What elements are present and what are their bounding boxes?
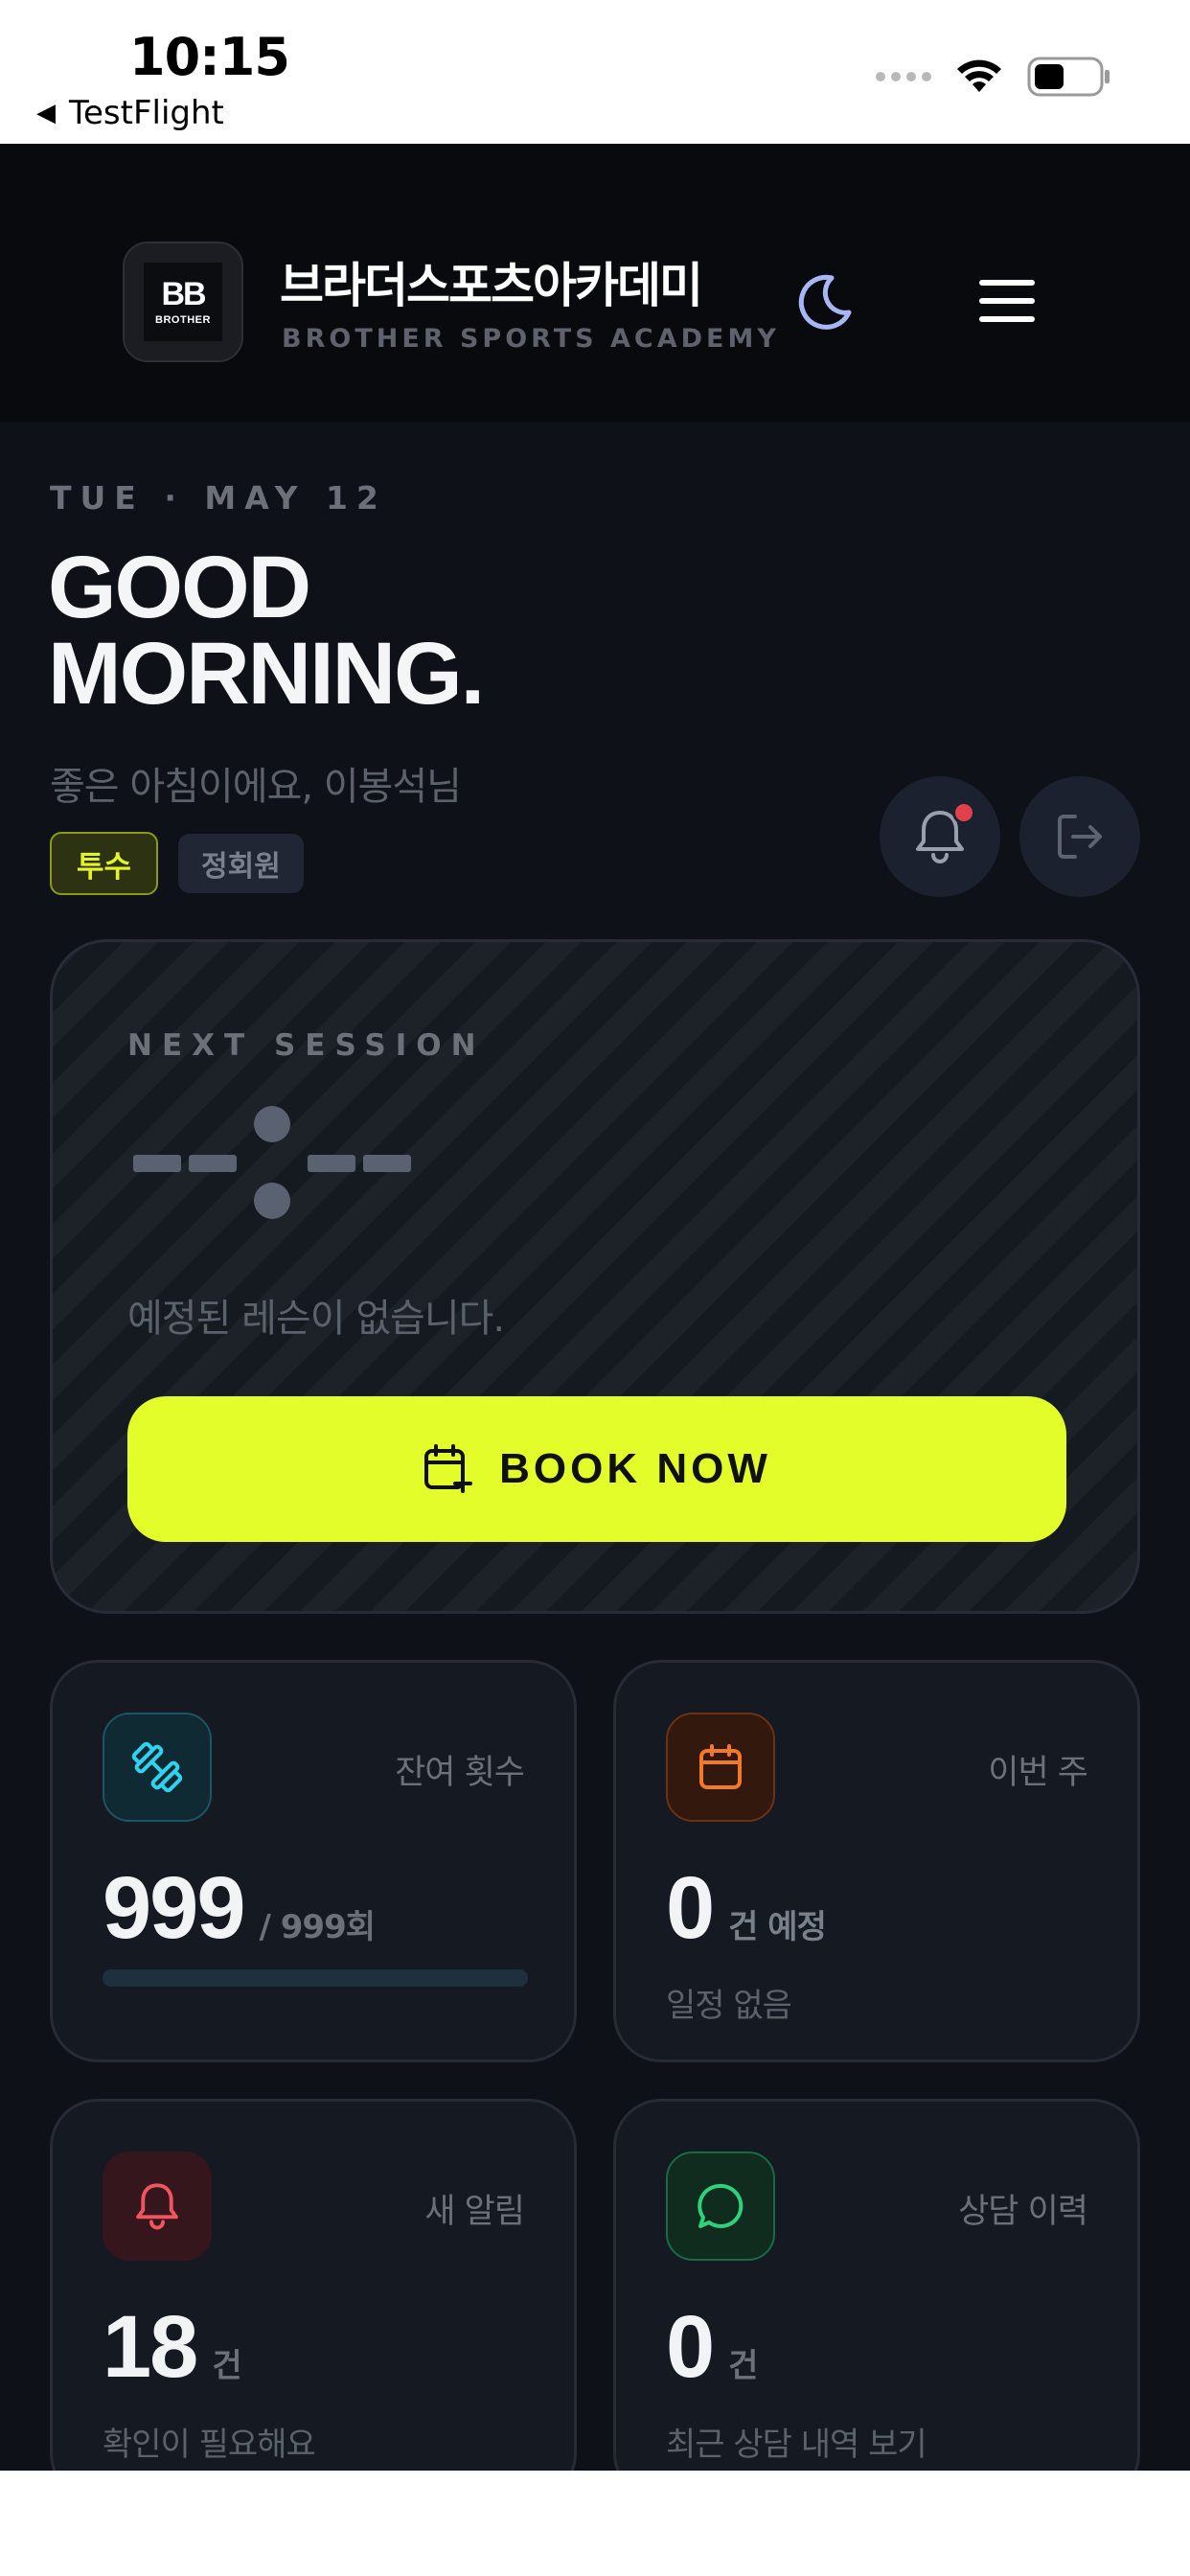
stat-unit: 건 [212,2347,241,2385]
chat-bubble-icon [666,2151,775,2261]
next-session-card: NEXT SESSION --:-- 예정된 레슨이 없습니다. BOOK NO… [50,939,1140,1614]
calendar-plus-icon [424,1444,473,1493]
notification-badge [952,801,975,824]
status-indicators [876,56,1111,98]
next-session-label: NEXT SESSION [127,1028,486,1063]
stat-value: 0건 예정 [666,1860,827,1975]
stat-label: 이번 주 [988,1754,1088,1792]
greeting-line-2: MORNING. [48,625,485,723]
wifi-icon [957,59,1001,92]
stat-subtext: 일정 없음 [666,1987,792,2025]
book-now-label: BOOK NOW [499,1445,771,1492]
brand-title: 브라더스포츠아카데미 [280,258,703,313]
this-week-card[interactable]: 이번 주 0건 예정 일정 없음 [613,1660,1140,2062]
stat-subtext: 최근 상담 내역 보기 [666,2426,927,2464]
moon-icon[interactable] [793,270,857,334]
membership-tag: 정회원 [178,834,304,893]
greeting-subtitle: 좋은 아침이에요, 이봉석님 [50,765,462,809]
stat-value: 999/ 999회 [103,1860,377,1975]
battery-icon [1027,57,1110,97]
back-app-label: TestFlight [69,94,224,132]
home-indicator-area [0,2471,1190,2576]
status-time: 10:15 [129,27,290,87]
back-to-app-link[interactable]: ◀ TestFlight [36,94,224,132]
stat-value: 18 건 [103,2299,242,2414]
stat-subtext: 확인이 필요해요 [103,2426,316,2464]
logo-word: BROTHER [155,314,211,326]
stat-value: 0건 [666,2299,758,2414]
remaining-sessions-card[interactable]: 잔여 횟수 999/ 999회 [50,1660,577,2062]
bell-icon [103,2151,212,2261]
logout-button[interactable] [1019,776,1140,897]
status-bar: 10:15 ◀ TestFlight [0,0,1190,144]
remaining-progress-fill [103,1969,528,1987]
app-screen: BB BROTHER 브라더스포츠아카데미 BROTHER SPORTS ACA… [0,144,1190,2471]
stat-unit: 건 [728,2347,758,2385]
book-now-button[interactable]: BOOK NOW [127,1396,1066,1542]
app-header: BB BROTHER 브라더스포츠아카데미 BROTHER SPORTS ACA… [0,144,1190,422]
signal-icon [876,72,931,81]
logout-icon [1058,815,1102,859]
remaining-progress-bar [103,1969,528,1987]
stat-label: 새 알림 [424,2193,525,2231]
logo-mark: BB [161,276,206,312]
greeting-line-1: GOOD [48,539,311,636]
dumbbell-icon [103,1713,212,1822]
no-session-text: 예정된 레슨이 없습니다. [127,1297,505,1341]
stat-unit: 건 예정 [728,1908,827,1946]
consultation-history-card[interactable]: 상담 이력 0건 최근 상담 내역 보기 [613,2099,1140,2471]
date-label: TUE · MAY 12 [50,479,387,517]
brand-subtitle: BROTHER SPORTS ACADEMY [282,324,780,354]
brand-logo[interactable]: BB BROTHER [123,242,243,362]
position-tag: 투수 [50,832,159,895]
new-notifications-card[interactable]: 새 알림 18 건 확인이 필요해요 [50,2099,577,2471]
back-arrow-icon: ◀ [36,99,56,127]
stat-label: 상담 이력 [958,2193,1088,2231]
notifications-button[interactable] [880,776,1000,897]
greeting-headline: GOOD MORNING. [48,539,485,723]
stat-label: 잔여 횟수 [395,1754,525,1792]
calendar-icon [666,1713,775,1822]
hamburger-menu-icon[interactable] [975,274,1039,328]
session-time-placeholder: --:-- [133,1106,411,1219]
stat-unit: / 999회 [259,1908,377,1946]
